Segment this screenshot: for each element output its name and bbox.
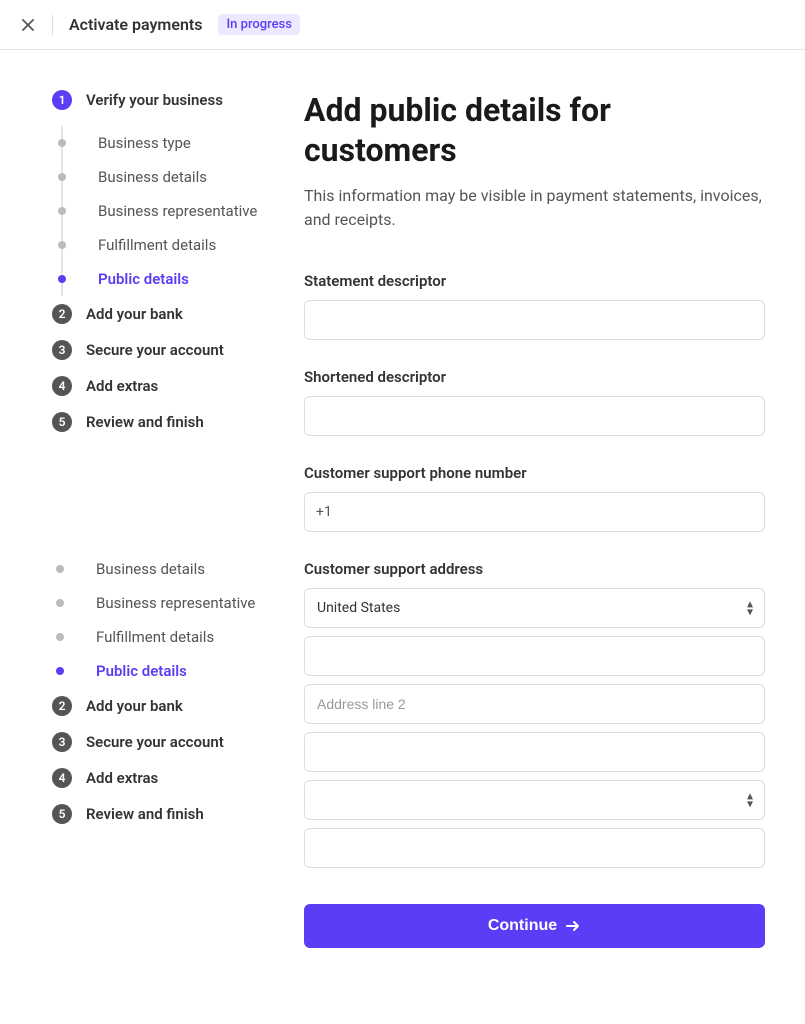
address-line1-input[interactable] [304,636,765,676]
arrow-right-icon [565,918,581,934]
step-number: 2 [52,304,72,324]
header-divider [52,15,53,35]
zip-input[interactable] [304,828,765,868]
substep-business-representative[interactable]: Business representative [57,194,260,228]
step-secure-account[interactable]: 3 Secure your account [52,340,260,360]
page-intro: This information may be visible in payme… [304,184,765,232]
statement-descriptor-input[interactable] [304,300,765,340]
support-address-label: Customer support address [304,560,765,578]
step-review-finish[interactable]: 5 Review and finish [52,412,260,432]
step-number: 4 [52,768,72,788]
substep-dot-icon [56,667,64,675]
step-number: 4 [52,376,72,396]
substep-label: Fulfillment details [96,628,214,646]
substep-label: Public details [98,270,189,288]
step-number: 3 [52,340,72,360]
header: Activate payments In progress [0,0,805,50]
substep-business-details[interactable]: Business details [57,160,260,194]
substep-dot-icon [58,173,66,181]
step-label: Add your bank [86,305,183,323]
substep-business-type[interactable]: Business type [57,126,260,160]
substep-label: Business representative [98,202,257,220]
substep-fulfillment-details[interactable]: Fulfillment details [57,228,260,262]
substep-public-details[interactable]: Public details [57,262,260,296]
substep-public-details[interactable]: Public details [55,654,260,688]
support-phone-input[interactable] [304,492,765,532]
step-label: Add your bank [86,697,183,715]
support-phone-label: Customer support phone number [304,464,765,482]
substep-label: Public details [96,662,187,680]
close-icon[interactable] [20,17,36,33]
substep-label: Fulfillment details [98,236,216,254]
step-number: 5 [52,804,72,824]
step-verify-business[interactable]: 1 Verify your business [52,90,260,110]
statement-descriptor-label: Statement descriptor [304,272,765,290]
substep-dot-icon [58,207,66,215]
step-label: Verify your business [86,91,223,109]
substep-business-representative[interactable]: Business representative [55,586,260,620]
main-panel: Add public details for customers This in… [280,90,805,948]
page-title: Add public details for customers [304,90,765,170]
continue-button[interactable]: Continue [304,904,765,948]
substep-dot-icon [56,599,64,607]
continue-button-label: Continue [488,917,557,935]
step-review-finish[interactable]: 5 Review and finish [52,804,260,824]
step-secure-account[interactable]: 3 Secure your account [52,732,260,752]
step-add-extras[interactable]: 4 Add extras [52,768,260,788]
shortened-descriptor-input[interactable] [304,396,765,436]
substep-label: Business type [98,134,191,152]
sidebar-nav-duplicate: Business details Business representative… [0,552,280,824]
substep-label: Business details [98,168,207,186]
substep-dot-icon [56,633,64,641]
state-select[interactable] [304,780,765,820]
substeps-list: Business details Business representative… [61,552,260,688]
step-add-bank[interactable]: 2 Add your bank [52,304,260,324]
substep-label: Business details [96,560,205,578]
address-line2-input[interactable] [304,684,765,724]
substep-dot-icon [58,139,66,147]
step-label: Secure your account [86,341,224,359]
substeps-list: Business type Business details Business … [61,126,260,296]
step-label: Add extras [86,377,158,395]
substep-dot-icon [58,275,66,283]
city-input[interactable] [304,732,765,772]
country-select[interactable]: United States [304,588,765,628]
wizard-title: Activate payments [69,15,202,34]
step-add-extras[interactable]: 4 Add extras [52,376,260,396]
step-number: 5 [52,412,72,432]
step-label: Secure your account [86,733,224,751]
substep-dot-icon [56,565,64,573]
substep-fulfillment-details[interactable]: Fulfillment details [55,620,260,654]
step-label: Review and finish [86,413,204,431]
sidebar-nav: 1 Verify your business Business type Bus… [0,90,280,432]
step-label: Review and finish [86,805,204,823]
step-number: 1 [52,90,72,110]
step-number: 3 [52,732,72,752]
phone-prefix: +1 [316,492,332,532]
step-add-bank[interactable]: 2 Add your bank [52,696,260,716]
step-label: Add extras [86,769,158,787]
substep-business-details[interactable]: Business details [55,552,260,586]
shortened-descriptor-label: Shortened descriptor [304,368,765,386]
substep-label: Business representative [96,594,255,612]
status-badge: In progress [218,14,299,35]
step-number: 2 [52,696,72,716]
substep-dot-icon [58,241,66,249]
